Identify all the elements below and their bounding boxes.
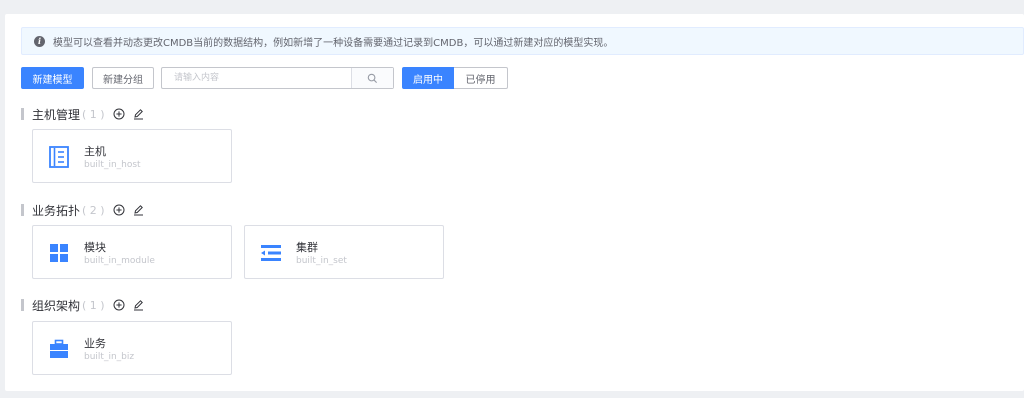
group-count: ( 1 ) [82, 298, 105, 312]
host-icon [48, 146, 70, 168]
model-name: 模块 [84, 241, 106, 254]
info-notice: i 模型可以查看并动态更改CMDB当前的数据结构，例如新增了一种设备需要通过记录… [21, 27, 1024, 55]
group-title: 主机管理 [32, 107, 81, 122]
model-name: 集群 [296, 241, 318, 254]
search-input[interactable] [162, 68, 352, 88]
edit-pencil-icon[interactable] [133, 299, 144, 311]
group-title: 业务拓扑 [32, 203, 81, 218]
info-icon: i [34, 35, 45, 47]
toggle-enabled[interactable]: 启用中 [402, 67, 454, 89]
group-header-organization: 组织架构 ( 1 ) [21, 297, 144, 313]
toggle-disabled[interactable]: 已停用 [454, 67, 508, 89]
new-group-button[interactable]: 新建分组 [92, 67, 154, 89]
search-box [161, 67, 394, 89]
module-grid-icon [48, 242, 70, 264]
edit-pencil-icon[interactable] [133, 108, 144, 120]
model-id: built_in_biz [84, 352, 135, 362]
edit-pencil-icon[interactable] [133, 204, 144, 216]
notice-text: 模型可以查看并动态更改CMDB当前的数据结构，例如新增了一种设备需要通过记录到C… [53, 37, 614, 49]
new-model-button[interactable]: 新建模型 [21, 67, 84, 89]
model-id: built_in_module [84, 256, 155, 266]
set-list-icon [260, 242, 282, 264]
model-id: built_in_set [296, 256, 347, 266]
group-header-business-topology: 业务拓扑 ( 2 ) [21, 202, 144, 218]
group-bar [21, 299, 24, 311]
group-bar [21, 108, 24, 120]
model-name: 主机 [84, 145, 106, 158]
model-card-set[interactable]: 集群 built_in_set [244, 225, 444, 279]
group-header-host-management: 主机管理 ( 1 ) [21, 106, 144, 122]
toolbar: 新建模型 新建分组 启用中 已停用 [21, 67, 1021, 89]
group-bar [21, 204, 24, 216]
status-toggle: 启用中 已停用 [402, 67, 508, 89]
model-card-module[interactable]: 模块 built_in_module [32, 225, 232, 279]
add-circle-icon[interactable] [113, 204, 125, 216]
model-name: 业务 [84, 337, 106, 350]
model-id: built_in_host [84, 160, 141, 170]
add-circle-icon[interactable] [113, 108, 125, 120]
add-circle-icon[interactable] [113, 299, 125, 311]
model-card-host[interactable]: 主机 built_in_host [32, 129, 232, 183]
group-count: ( 1 ) [82, 107, 105, 121]
search-icon[interactable] [351, 68, 393, 88]
group-title: 组织架构 [32, 298, 81, 313]
main-panel: i 模型可以查看并动态更改CMDB当前的数据结构，例如新增了一种设备需要通过记录… [5, 14, 1024, 391]
briefcase-icon [48, 338, 70, 360]
model-card-biz[interactable]: 业务 built_in_biz [32, 321, 232, 375]
group-count: ( 2 ) [82, 203, 105, 217]
